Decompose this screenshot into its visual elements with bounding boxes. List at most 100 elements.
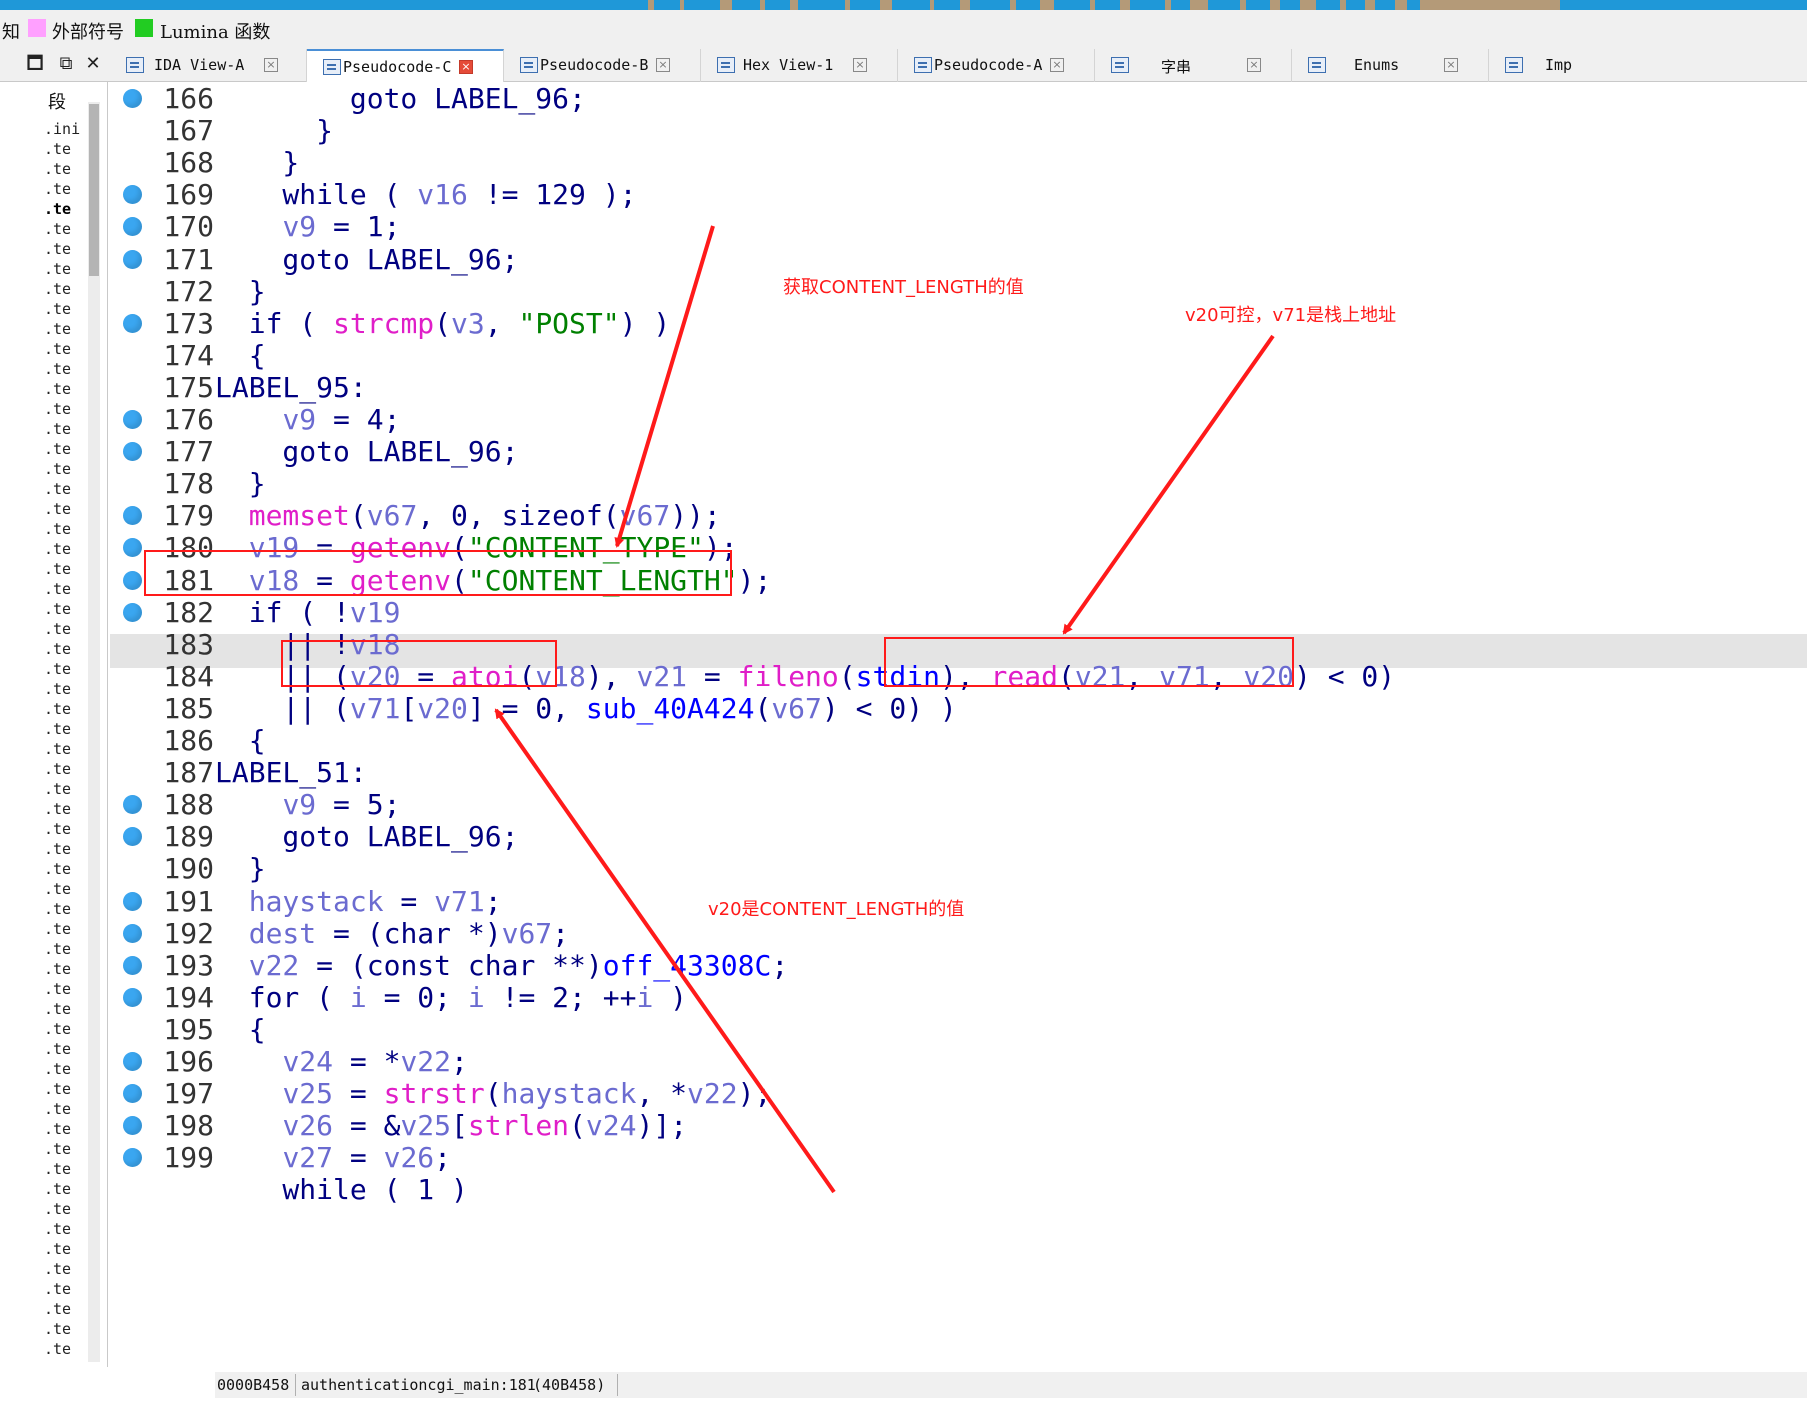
segment-item[interactable]: .te [44,219,84,239]
segment-item[interactable]: .te [44,839,84,859]
segments-scrollbar-thumb[interactable] [89,104,99,276]
tab-enums[interactable]: Enums × [1292,49,1489,82]
segment-item[interactable]: .te [44,499,84,519]
breakpoint-dot-icon[interactable] [123,250,142,269]
segment-item[interactable]: .ini [44,119,84,139]
code-line[interactable]: if ( strcmp(v3, "POST") ) [215,307,671,344]
breakpoint-dot-icon[interactable] [123,603,142,622]
tab-pseudocode-b[interactable]: Pseudocode-B × [504,49,701,82]
segment-item[interactable]: .te [44,859,84,879]
code-line[interactable]: for ( i = 0; i != 2; ++i ) [215,981,687,1018]
tab-hex-view-1[interactable]: Hex View-1 × [701,49,898,82]
segment-item[interactable]: .te [44,759,84,779]
segment-item[interactable]: .te [44,659,84,679]
navigation-band[interactable] [0,0,1807,10]
segment-item[interactable]: .te [44,799,84,819]
segment-item[interactable]: .te [44,1199,84,1219]
segment-item[interactable]: .te [44,999,84,1019]
segment-item[interactable]: .te [44,299,84,319]
breakpoint-dot-icon[interactable] [123,827,142,846]
segment-item[interactable]: .te [44,719,84,739]
segment-item[interactable]: .te [44,739,84,759]
segment-item[interactable]: .te [44,1299,84,1319]
segment-item[interactable]: .te [44,1219,84,1239]
segment-item[interactable]: .te [44,1059,84,1079]
tab-close-icon[interactable]: × [656,58,670,72]
tab-close-icon[interactable]: × [264,58,278,72]
breakpoint-dot-icon[interactable] [123,442,142,461]
breakpoint-dot-icon[interactable] [123,956,142,975]
segment-item[interactable]: .te [44,459,84,479]
tab-close-icon[interactable]: × [459,60,473,74]
tab-tab-5[interactable]: 字串 × [1095,49,1292,82]
breakpoint-dot-icon[interactable] [123,1116,142,1135]
segment-item[interactable]: .te [44,1159,84,1179]
segment-item[interactable]: .te [44,1099,84,1119]
breakpoint-dot-icon[interactable] [123,571,142,590]
segment-item[interactable]: .te [44,379,84,399]
breakpoint-dot-icon[interactable] [123,538,142,557]
close-icon[interactable]: ✕ [82,53,104,75]
minimize-icon[interactable]: 🗖 [24,53,46,75]
segment-item[interactable]: .te [44,1259,84,1279]
tab-ida-view-a[interactable]: IDA View-A × [110,49,307,82]
segment-item[interactable]: .te [44,1279,84,1299]
tab-close-icon[interactable]: × [1050,58,1064,72]
segment-item[interactable]: .te [44,1039,84,1059]
code-line[interactable]: || (v71[v20] = 0, sub_40A424(v67) < 0) ) [215,692,956,729]
breakpoint-dot-icon[interactable] [123,1084,142,1103]
code-line[interactable]: v9 = 1; [215,210,400,247]
breakpoint-dot-icon[interactable] [123,892,142,911]
segment-item[interactable]: .te [44,919,84,939]
breakpoint-dot-icon[interactable] [123,410,142,429]
segment-item[interactable]: .te [44,699,84,719]
segment-item[interactable]: .te [44,359,84,379]
segment-item[interactable]: .te [44,599,84,619]
breakpoint-dot-icon[interactable] [123,924,142,943]
segment-item[interactable]: .te [44,139,84,159]
segment-item[interactable]: .te [44,1239,84,1259]
segment-item[interactable]: .te [44,339,84,359]
breakpoint-dot-icon[interactable] [123,795,142,814]
segment-item[interactable]: .te [44,579,84,599]
segment-item[interactable]: .te [44,479,84,499]
segment-item[interactable]: .te [44,619,84,639]
restore-icon[interactable]: ⧉ [55,53,77,75]
breakpoint-dot-icon[interactable] [123,1148,142,1167]
segment-item[interactable]: .te [44,559,84,579]
breakpoint-dot-icon[interactable] [123,89,142,108]
tab-pseudocode-c[interactable]: Pseudocode-C × [307,49,504,82]
segment-item[interactable]: .te [44,1319,84,1339]
tab-close-icon[interactable]: × [1444,58,1458,72]
segment-item[interactable]: .te [44,1179,84,1199]
segment-item[interactable]: .te [44,1139,84,1159]
breakpoint-dot-icon[interactable] [123,217,142,236]
breakpoint-dot-icon[interactable] [123,988,142,1007]
segment-item[interactable]: .te [44,1339,84,1359]
segment-item[interactable]: .te [44,959,84,979]
segment-item[interactable]: .te [44,1019,84,1039]
segment-item[interactable]: .te [44,179,84,199]
segment-item[interactable]: .te [44,399,84,419]
segment-item[interactable]: .te [44,439,84,459]
breakpoint-dot-icon[interactable] [123,185,142,204]
segment-item[interactable]: .te [44,199,84,219]
code-line[interactable]: while ( 1 ) [215,1173,467,1210]
segment-item[interactable]: .te [44,319,84,339]
breakpoint-dot-icon[interactable] [123,314,142,333]
segment-item[interactable]: .te [44,539,84,559]
segment-item[interactable]: .te [44,519,84,539]
segment-item[interactable]: .te [44,779,84,799]
segment-item[interactable]: .te [44,279,84,299]
segment-item[interactable]: .te [44,159,84,179]
breakpoint-dot-icon[interactable] [123,1052,142,1071]
segment-item[interactable]: .te [44,879,84,899]
segment-item[interactable]: .te [44,979,84,999]
tab-imp[interactable]: Imp [1489,49,1807,82]
segment-item[interactable]: .te [44,1119,84,1139]
segment-item[interactable]: .te [44,239,84,259]
segment-item[interactable]: .te [44,1079,84,1099]
tab-close-icon[interactable]: × [853,58,867,72]
tab-close-icon[interactable]: × [1247,58,1261,72]
segment-item[interactable]: .te [44,939,84,959]
